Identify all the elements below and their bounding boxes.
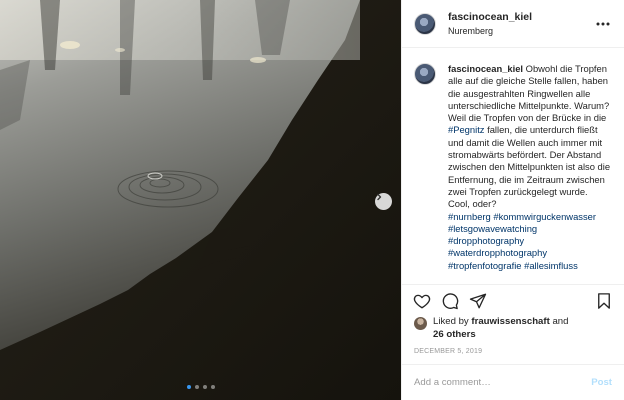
carousel-dot — [195, 385, 199, 389]
carousel-dot — [211, 385, 215, 389]
hashtag-list: #nurnberg #kommwirguckenwasser #letsgowa… — [448, 211, 612, 272]
carousel-dot-active — [187, 385, 191, 389]
caption-comment: fascinocean_kiel Obwohl die Tropfen alle… — [414, 63, 612, 272]
comment-input[interactable] — [414, 377, 592, 388]
hashtag-link[interactable]: #dropphotography — [448, 235, 524, 246]
post-actions-bar — [402, 284, 624, 316]
likes-others-link[interactable]: 26 others — [433, 329, 476, 340]
save-button[interactable] — [595, 292, 613, 310]
bookmark-icon — [598, 292, 610, 309]
caption-author-avatar[interactable] — [414, 63, 436, 85]
hashtag-line: #waterdropphotography — [448, 247, 612, 259]
carousel-dot — [203, 385, 207, 389]
heart-icon — [413, 294, 431, 308]
more-horizontal-icon — [596, 22, 610, 25]
post-photo[interactable] — [0, 0, 401, 400]
hashtag-link[interactable]: #letsgowavewatching — [448, 223, 537, 234]
carousel-indicator — [187, 385, 215, 389]
hashtag-line: #nurnberg #kommwirguckenwasser — [448, 211, 612, 223]
comment-button[interactable] — [441, 292, 459, 310]
author-info: fascinocean_kiel Nuremberg — [448, 10, 532, 38]
comments-section[interactable]: fascinocean_kiel Obwohl die Tropfen alle… — [402, 49, 624, 282]
more-options-button[interactable] — [594, 15, 612, 33]
post-date[interactable]: DECEMBER 5, 2019 — [414, 348, 482, 355]
likes-summary: Liked by frauwissenschaft and 26 others — [414, 315, 568, 341]
post-location[interactable]: Nuremberg — [448, 24, 532, 38]
hashtag-link[interactable]: #waterdropphotography — [448, 247, 547, 258]
comment-bubble-icon — [442, 292, 459, 309]
paper-plane-icon — [469, 293, 487, 308]
caption-author-username[interactable]: fascinocean_kiel — [448, 63, 523, 74]
post-side-panel: fascinocean_kiel Nuremberg fascinocean_k… — [401, 0, 624, 400]
post-comment-button[interactable]: Post — [591, 377, 612, 388]
hashtag-line: #letsgowavewatching — [448, 223, 612, 235]
liker-avatar[interactable] — [414, 317, 427, 330]
author-avatar[interactable] — [414, 12, 436, 35]
hashtag-link[interactable]: #Pegnitz — [448, 124, 484, 135]
like-button[interactable] — [413, 292, 431, 310]
caption-text: fascinocean_kiel Obwohl die Tropfen alle… — [448, 63, 612, 272]
likes-text: Liked by frauwissenschaft and 26 others — [433, 315, 568, 341]
hashtag-link[interactable]: #nurnberg — [448, 211, 491, 222]
chevron-right-icon — [377, 193, 382, 201]
liker-username[interactable]: frauwissenschaft — [471, 316, 549, 327]
hashtag-line: #dropphotography — [448, 235, 612, 247]
likes-conjunction: and — [552, 316, 569, 327]
hashtag-line: #tropfenfotografie #allesimfluss — [448, 260, 612, 272]
share-button[interactable] — [469, 292, 487, 310]
add-comment-bar: Post — [402, 364, 624, 400]
carousel-next-button[interactable] — [375, 193, 392, 210]
hashtag-link[interactable]: #allesimfluss — [524, 260, 578, 271]
post-header: fascinocean_kiel Nuremberg — [402, 0, 624, 48]
caption-body-end: fallen, die unterdurch fließt und damit … — [448, 124, 611, 210]
water-photo-image — [0, 0, 401, 400]
author-username[interactable]: fascinocean_kiel — [448, 10, 532, 24]
likes-prefix: Liked by — [433, 316, 469, 327]
hashtag-link[interactable]: #kommwirguckenwasser — [493, 211, 596, 222]
hashtag-link[interactable]: #tropfenfotografie — [448, 260, 522, 271]
